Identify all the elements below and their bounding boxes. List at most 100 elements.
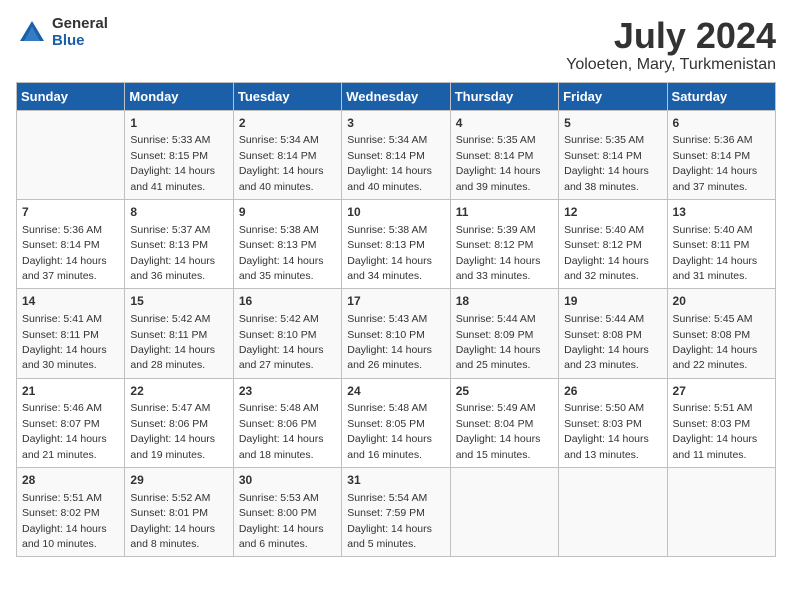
day-number: 14 xyxy=(22,293,119,310)
day-number: 20 xyxy=(673,293,770,310)
calendar-body: 1Sunrise: 5:33 AM Sunset: 8:15 PM Daylig… xyxy=(17,110,776,557)
day-info: Sunrise: 5:44 AM Sunset: 8:08 PM Dayligh… xyxy=(564,313,649,371)
day-number: 9 xyxy=(239,204,336,221)
day-number: 6 xyxy=(673,115,770,132)
day-info: Sunrise: 5:35 AM Sunset: 8:14 PM Dayligh… xyxy=(456,134,541,192)
day-number: 10 xyxy=(347,204,444,221)
header-cell-wednesday: Wednesday xyxy=(342,82,450,110)
day-info: Sunrise: 5:40 AM Sunset: 8:12 PM Dayligh… xyxy=(564,224,649,282)
day-info: Sunrise: 5:52 AM Sunset: 8:01 PM Dayligh… xyxy=(130,492,215,550)
day-number: 2 xyxy=(239,115,336,132)
day-info: Sunrise: 5:43 AM Sunset: 8:10 PM Dayligh… xyxy=(347,313,432,371)
day-info: Sunrise: 5:38 AM Sunset: 8:13 PM Dayligh… xyxy=(239,224,324,282)
day-cell xyxy=(450,468,558,557)
day-info: Sunrise: 5:44 AM Sunset: 8:09 PM Dayligh… xyxy=(456,313,541,371)
day-cell: 22Sunrise: 5:47 AM Sunset: 8:06 PM Dayli… xyxy=(125,378,233,467)
day-cell: 14 Sunrise: 5:41 AM Sunset: 8:11 PM Dayli… xyxy=(17,289,125,378)
day-cell: 6Sunrise: 5:36 AM Sunset: 8:14 PM Daylig… xyxy=(667,110,775,199)
header-cell-saturday: Saturday xyxy=(667,82,775,110)
day-info: Sunrise: 5:47 AM Sunset: 8:06 PM Dayligh… xyxy=(130,402,215,460)
day-cell: 2 Sunrise: 5:34 AM Sunset: 8:14 PM Daylig… xyxy=(233,110,341,199)
week-row-3: 14 Sunrise: 5:41 AM Sunset: 8:11 PM Dayli… xyxy=(17,289,776,378)
day-cell: 27Sunrise: 5:51 AM Sunset: 8:03 PM Dayli… xyxy=(667,378,775,467)
day-cell: 3Sunrise: 5:34 AM Sunset: 8:14 PM Daylig… xyxy=(342,110,450,199)
day-number: 3 xyxy=(347,115,444,132)
day-info: Sunrise: 5:42 AM Sunset: 8:10 PM Dayligh… xyxy=(239,313,324,371)
calendar-header: SundayMondayTuesdayWednesdayThursdayFrid… xyxy=(17,82,776,110)
month-title: July 2024 xyxy=(566,16,776,56)
day-info: Sunrise: 5:50 AM Sunset: 8:03 PM Dayligh… xyxy=(564,402,649,460)
day-info: Sunrise: 5:45 AM Sunset: 8:08 PM Dayligh… xyxy=(673,313,758,371)
week-row-5: 28 Sunrise: 5:51 AM Sunset: 8:02 PM Dayli… xyxy=(17,468,776,557)
day-number: 7 xyxy=(22,204,119,221)
logo-blue-label: Blue xyxy=(52,33,108,50)
day-number: 8 xyxy=(130,204,227,221)
day-cell: 24 Sunrise: 5:48 AM Sunset: 8:05 PM Dayli… xyxy=(342,378,450,467)
day-cell: 10 Sunrise: 5:38 AM Sunset: 8:13 PM Dayli… xyxy=(342,199,450,288)
day-info: Sunrise: 5:36 AM Sunset: 8:14 PM Dayligh… xyxy=(22,224,107,282)
day-cell: 26Sunrise: 5:50 AM Sunset: 8:03 PM Dayli… xyxy=(559,378,667,467)
day-cell: 28 Sunrise: 5:51 AM Sunset: 8:02 PM Dayli… xyxy=(17,468,125,557)
day-number: 19 xyxy=(564,293,661,310)
day-number: 16 xyxy=(239,293,336,310)
week-row-4: 21 Sunrise: 5:46 AM Sunset: 8:07 PM Dayli… xyxy=(17,378,776,467)
logo-text: General Blue xyxy=(52,16,108,49)
day-number: 15 xyxy=(130,293,227,310)
day-number: 11 xyxy=(456,204,553,221)
day-cell: 21 Sunrise: 5:46 AM Sunset: 8:07 PM Dayli… xyxy=(17,378,125,467)
day-cell: 12 Sunrise: 5:40 AM Sunset: 8:12 PM Dayli… xyxy=(559,199,667,288)
logo-icon xyxy=(16,17,48,49)
week-row-2: 7 Sunrise: 5:36 AM Sunset: 8:14 PM Daylig… xyxy=(17,199,776,288)
day-cell: 23 Sunrise: 5:48 AM Sunset: 8:06 PM Dayli… xyxy=(233,378,341,467)
header-cell-friday: Friday xyxy=(559,82,667,110)
day-number: 5 xyxy=(564,115,661,132)
day-info: Sunrise: 5:35 AM Sunset: 8:14 PM Dayligh… xyxy=(564,134,649,192)
day-cell: 4 Sunrise: 5:35 AM Sunset: 8:14 PM Daylig… xyxy=(450,110,558,199)
day-info: Sunrise: 5:38 AM Sunset: 8:13 PM Dayligh… xyxy=(347,224,432,282)
day-cell xyxy=(559,468,667,557)
day-number: 17 xyxy=(347,293,444,310)
week-row-1: 1Sunrise: 5:33 AM Sunset: 8:15 PM Daylig… xyxy=(17,110,776,199)
day-info: Sunrise: 5:37 AM Sunset: 8:13 PM Dayligh… xyxy=(130,224,215,282)
day-number: 24 xyxy=(347,383,444,400)
day-cell: 16 Sunrise: 5:42 AM Sunset: 8:10 PM Dayli… xyxy=(233,289,341,378)
day-info: Sunrise: 5:48 AM Sunset: 8:06 PM Dayligh… xyxy=(239,402,324,460)
header-cell-tuesday: Tuesday xyxy=(233,82,341,110)
day-cell: 19 Sunrise: 5:44 AM Sunset: 8:08 PM Dayli… xyxy=(559,289,667,378)
day-cell xyxy=(667,468,775,557)
day-info: Sunrise: 5:54 AM Sunset: 7:59 PM Dayligh… xyxy=(347,492,432,550)
day-info: Sunrise: 5:46 AM Sunset: 8:07 PM Dayligh… xyxy=(22,402,107,460)
day-number: 23 xyxy=(239,383,336,400)
day-number: 18 xyxy=(456,293,553,310)
day-cell: 5 Sunrise: 5:35 AM Sunset: 8:14 PM Daylig… xyxy=(559,110,667,199)
day-cell: 25Sunrise: 5:49 AM Sunset: 8:04 PM Dayli… xyxy=(450,378,558,467)
day-cell: 18 Sunrise: 5:44 AM Sunset: 8:09 PM Dayli… xyxy=(450,289,558,378)
day-cell: 7 Sunrise: 5:36 AM Sunset: 8:14 PM Daylig… xyxy=(17,199,125,288)
header-row: SundayMondayTuesdayWednesdayThursdayFrid… xyxy=(17,82,776,110)
day-info: Sunrise: 5:48 AM Sunset: 8:05 PM Dayligh… xyxy=(347,402,432,460)
day-number: 21 xyxy=(22,383,119,400)
day-info: Sunrise: 5:51 AM Sunset: 8:02 PM Dayligh… xyxy=(22,492,107,550)
day-cell: 20 Sunrise: 5:45 AM Sunset: 8:08 PM Dayli… xyxy=(667,289,775,378)
day-info: Sunrise: 5:33 AM Sunset: 8:15 PM Dayligh… xyxy=(130,134,215,192)
title-area: July 2024 Yoloeten, Mary, Turkmenistan xyxy=(566,16,776,74)
day-info: Sunrise: 5:34 AM Sunset: 8:14 PM Dayligh… xyxy=(239,134,324,192)
day-info: Sunrise: 5:51 AM Sunset: 8:03 PM Dayligh… xyxy=(673,402,758,460)
calendar-table: SundayMondayTuesdayWednesdayThursdayFrid… xyxy=(16,82,776,558)
day-info: Sunrise: 5:39 AM Sunset: 8:12 PM Dayligh… xyxy=(456,224,541,282)
day-number: 29 xyxy=(130,472,227,489)
day-info: Sunrise: 5:41 AM Sunset: 8:11 PM Dayligh… xyxy=(22,313,107,371)
day-cell: 15Sunrise: 5:42 AM Sunset: 8:11 PM Dayli… xyxy=(125,289,233,378)
header-cell-sunday: Sunday xyxy=(17,82,125,110)
day-number: 12 xyxy=(564,204,661,221)
day-number: 30 xyxy=(239,472,336,489)
day-cell xyxy=(17,110,125,199)
day-cell: 17 Sunrise: 5:43 AM Sunset: 8:10 PM Dayli… xyxy=(342,289,450,378)
day-number: 4 xyxy=(456,115,553,132)
day-number: 28 xyxy=(22,472,119,489)
day-number: 31 xyxy=(347,472,444,489)
logo: General Blue xyxy=(16,16,108,49)
logo-general-label: General xyxy=(52,16,108,33)
day-cell: 1Sunrise: 5:33 AM Sunset: 8:15 PM Daylig… xyxy=(125,110,233,199)
day-number: 13 xyxy=(673,204,770,221)
